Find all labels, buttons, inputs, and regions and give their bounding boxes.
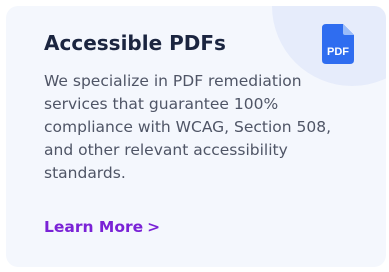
card-title: Accessible PDFs	[44, 31, 226, 55]
pdf-icon-label: PDF	[327, 46, 349, 58]
chevron-right-icon: >	[147, 218, 161, 236]
card-description: We specialize in PDF remediation service…	[44, 72, 332, 182]
service-card: PDF Accessible PDFs We specialize in PDF…	[6, 6, 386, 267]
learn-more-link[interactable]: Learn More >	[44, 217, 160, 237]
learn-more-label: Learn More	[44, 218, 144, 236]
pdf-file-icon: PDF	[322, 24, 354, 64]
